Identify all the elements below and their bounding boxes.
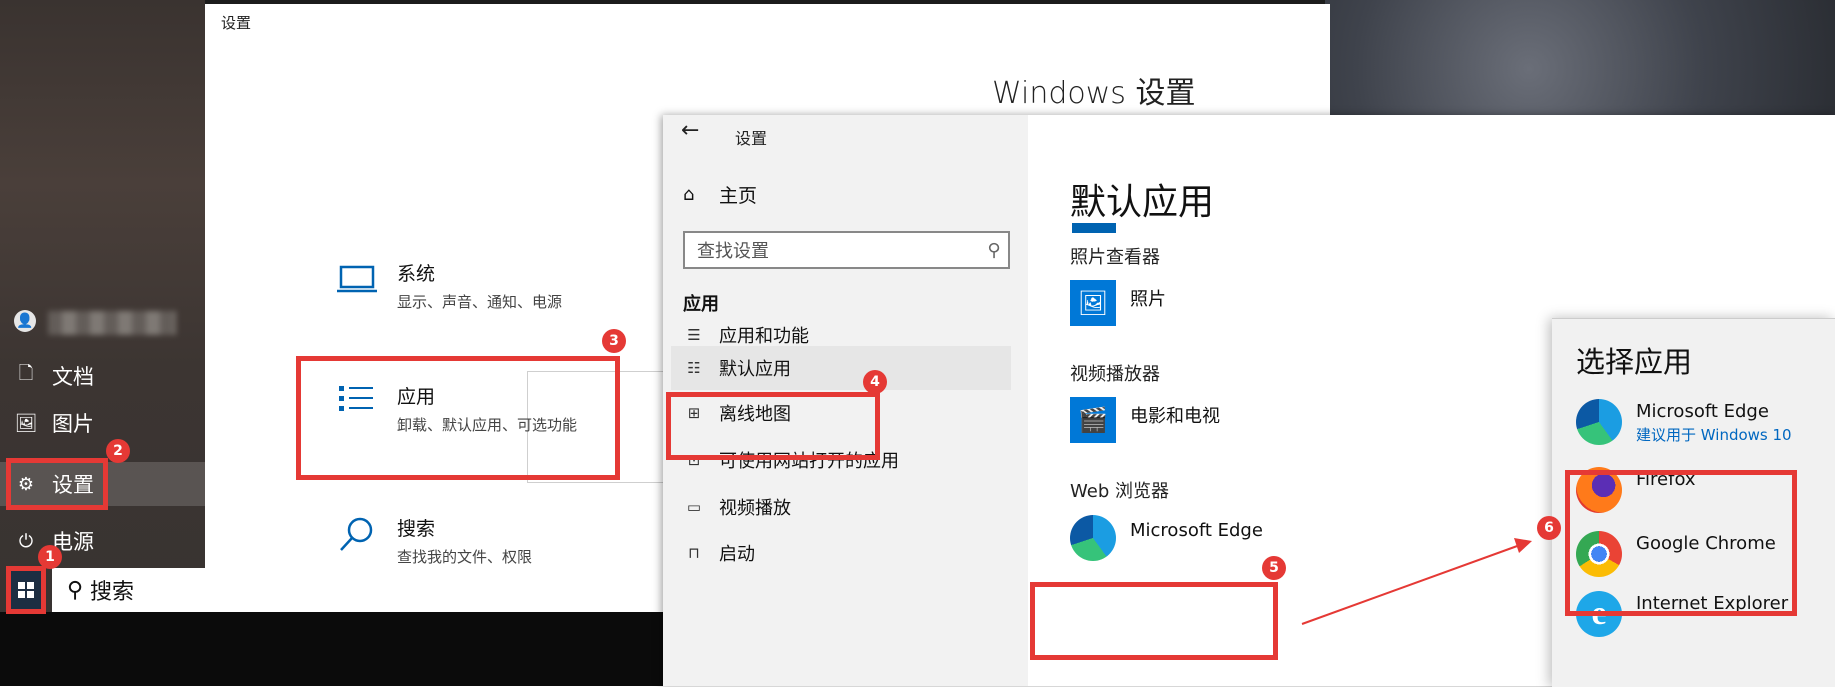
annotation-box-browser [1030,582,1278,660]
annotation-box-choices [1565,470,1797,616]
step-badge: 2 [106,439,130,463]
step-badge: 4 [863,370,887,394]
step-badge: 1 [38,545,62,569]
annotation-box-apps [296,356,620,480]
step-badge: 6 [1537,516,1561,540]
annotation-arrow [1301,538,1532,625]
annotation-box-settings [6,458,108,510]
annotation-box-default-apps [666,392,880,460]
step-badge: 5 [1262,556,1286,580]
annotation-box-start [6,566,46,614]
step-badge: 3 [602,329,626,353]
